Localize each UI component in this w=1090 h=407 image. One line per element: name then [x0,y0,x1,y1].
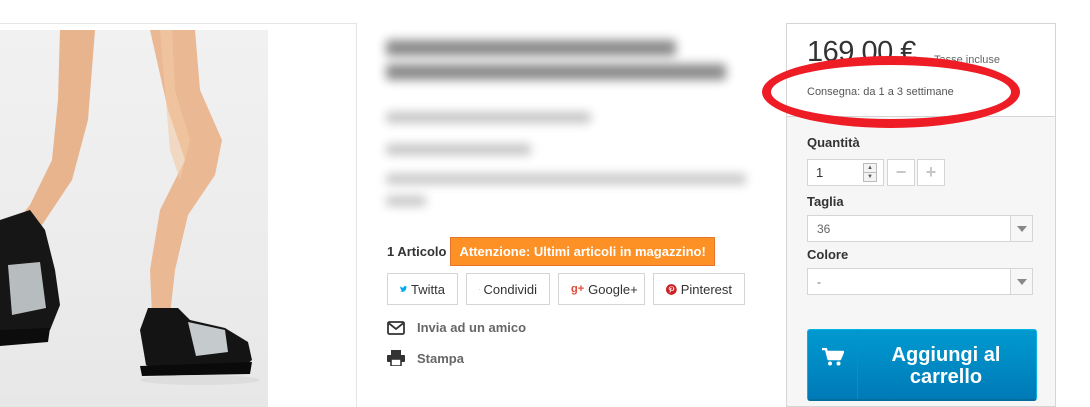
blurred-product-title-line-1 [386,40,676,56]
google-plus-share-button[interactable]: g+ Google+ [558,273,645,305]
price-area: 169,00 € Tasse incluse Consegna: da 1 a … [787,24,1055,117]
pinterest-share-button[interactable]: Pinterest [653,273,745,305]
product-info: 1 Articolo Attenzione: Ultimi articoli i… [382,0,762,407]
facebook-share-button[interactable]: Condividi [466,273,550,305]
print-label: Stampa [417,350,464,366]
blurred-reference [386,112,591,123]
blurred-description-line-2 [386,196,426,206]
color-label: Colore [807,247,849,262]
quantity-spinner[interactable]: ▲ ▼ [863,163,877,182]
product-price: 169,00 € [807,36,916,68]
print-link[interactable]: Stampa [387,350,464,366]
color-select[interactable]: - [807,268,1033,295]
envelope-icon [387,320,405,335]
size-select-value: 36 [817,222,831,236]
delivery-time: Consegna: da 1 a 3 settimane [807,86,954,98]
blurred-description-line-1 [386,174,746,184]
blurred-condition [386,144,531,155]
tax-note: Tasse incluse [934,54,1001,66]
spin-down-icon[interactable]: ▼ [864,172,876,181]
facebook-icon [479,288,480,290]
quantity-decrease-button[interactable]: − [887,159,915,186]
facebook-share-label: Condividi [483,281,537,297]
blurred-product-title-line-2 [386,64,726,80]
chevron-down-icon [1010,216,1032,241]
color-select-value: - [817,275,821,289]
add-to-cart-button[interactable]: Aggiungi al carrello [807,329,1037,401]
cart-icon-area [808,330,858,399]
product-photo[interactable] [0,30,268,407]
product-image-panel [0,23,357,407]
twitter-share-button[interactable]: Twitta [387,273,458,305]
chevron-down-icon [1010,269,1032,294]
pinterest-icon [666,283,677,295]
send-to-friend-label: Invia ad un amico [417,320,527,335]
size-select[interactable]: 36 [807,215,1033,242]
quantity-label: Quantità [807,135,860,150]
pinterest-share-label: Pinterest [680,281,732,297]
google-plus-icon: g+ [571,283,585,295]
stock-quantity: 1 Articolo [387,244,447,259]
add-to-cart-label: Aggiungi al carrello [891,344,1001,388]
twitter-icon [400,286,408,292]
spin-up-icon[interactable]: ▲ [864,164,876,172]
product-page: 1 Articolo Attenzione: Ultimi articoli i… [0,0,1090,407]
shoe-model-image [0,30,260,385]
twitter-share-label: Twitta [411,281,445,297]
quantity-increase-button[interactable]: + [917,159,945,186]
social-share-buttons: Twitta Condividi g+ Google+ Pinterest [387,273,745,305]
send-to-friend-link[interactable]: Invia ad un amico [387,320,526,335]
stock-status: 1 Articolo Attenzione: Ultimi articoli i… [387,237,715,266]
size-label: Taglia [807,194,844,209]
google-plus-share-label: Google+ [588,281,638,297]
buy-box: 169,00 € Tasse incluse Consegna: da 1 a … [786,23,1056,407]
shopping-cart-icon [821,348,844,366]
plus-icon: + [925,162,937,182]
minus-icon: − [895,162,907,182]
last-items-warning-badge: Attenzione: Ultimi articoli in magazzino… [450,237,715,266]
printer-icon [387,350,405,366]
